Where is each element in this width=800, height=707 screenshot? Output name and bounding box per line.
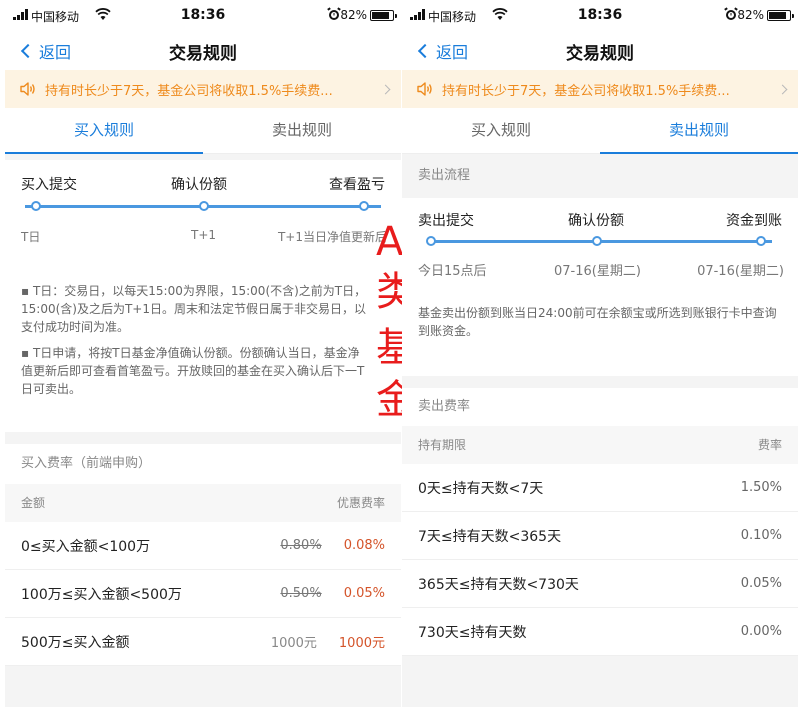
timeline-dot bbox=[199, 201, 209, 211]
timeline-step-1: 买入提交 bbox=[21, 177, 77, 193]
battery-percent: 82% bbox=[737, 8, 764, 22]
battery-percent: 82% bbox=[340, 8, 367, 22]
col-discount-rate: 优惠费率 bbox=[336, 496, 385, 510]
table-row: 7天≤持有天数<365天 0.10% bbox=[402, 512, 798, 560]
sell-flow-title: 卖出流程 bbox=[402, 154, 798, 198]
rule-paragraph: ▪ T日：交易日，以每天15:00为界限，15:00(不含)之前为T日，15:0… bbox=[21, 284, 367, 334]
buy-fee-table: 买入费率（前端申购） 金额 优惠费率 0≤买入金额<100万 0.80% 0.08… bbox=[5, 444, 401, 666]
rule-tabs: 买入规则 卖出规则 bbox=[5, 108, 401, 154]
original-rate: 0.50% bbox=[280, 586, 322, 601]
timeline-sub-2: 07-16(星期二) bbox=[554, 264, 641, 279]
sell-note: 基金卖出份额到账当日24:00前可在余额宝或所选到账银行卡中查询到账资金。 bbox=[402, 276, 798, 376]
notice-text: 持有时长少于7天，基金公司将收取1.5%手续费... bbox=[45, 83, 333, 99]
table-row: 500万≤买入金额 1000元 1000元 bbox=[5, 618, 401, 666]
battery-icon bbox=[767, 10, 794, 21]
status-bar: 中国移动 18:36 82% bbox=[5, 0, 401, 32]
table-row: 100万≤买入金额<500万 0.50% 0.05% bbox=[5, 570, 401, 618]
original-rate: 0.80% bbox=[280, 538, 322, 553]
annotation-char: A bbox=[376, 219, 404, 265]
fee-table-header: 持有期限 费率 bbox=[402, 426, 798, 464]
nav-bar: 返回 交易规则 bbox=[402, 32, 798, 70]
timeline-sub-2: T+1 bbox=[191, 228, 217, 242]
sell-flow-card: 卖出流程 卖出提交 确认份额 资金到账 今日15点后 07-16(星期二) 07… bbox=[402, 154, 798, 376]
tab-sell-rules[interactable]: 卖出规则 bbox=[203, 108, 401, 153]
fee-section-title: 买入费率（前端申购） bbox=[5, 444, 401, 484]
alarm-icon bbox=[724, 7, 738, 20]
timeline-dot bbox=[756, 236, 766, 246]
row-rate: 0.05% bbox=[740, 576, 782, 591]
buy-rules-text: ▪ T日：交易日，以每天15:00为界限，15:00(不含)之前为T日，15:0… bbox=[5, 260, 401, 432]
table-row: 365天≤持有天数<730天 0.05% bbox=[402, 560, 798, 608]
speaker-icon bbox=[417, 82, 432, 96]
right-screen: 中国移动 18:36 82% 返回 交易规则 持有时长少于7天，基金公司将收取1… bbox=[402, 0, 798, 707]
chevron-right-icon bbox=[777, 84, 788, 94]
original-rate: 1000元 bbox=[270, 636, 317, 651]
timeline-sub-3: T+1当日净值更新后 bbox=[277, 230, 387, 244]
row-range: 100万≤买入金额<500万 bbox=[21, 586, 182, 603]
rule-paragraph: ▪ T日申请，将按T日基金净值确认份额。份额确认当日，基金净值更新后即可查看首笔… bbox=[21, 346, 365, 396]
sell-timeline: 卖出提交 确认份额 资金到账 今日15点后 07-16(星期二) 07-16(星… bbox=[402, 198, 798, 279]
col-amount: 金额 bbox=[21, 496, 46, 510]
timeline-step-3: 查看盈亏 bbox=[329, 177, 385, 193]
row-rate: 1.50% bbox=[740, 480, 782, 495]
row-range: 7天≤持有天数<365天 bbox=[418, 528, 562, 545]
timeline-sub-1: T日 bbox=[21, 230, 41, 244]
fee-section-title: 卖出费率 bbox=[402, 388, 798, 426]
notice-text: 持有时长少于7天，基金公司将收取1.5%手续费... bbox=[442, 83, 730, 99]
timeline-sub-1: 今日15点后 bbox=[418, 264, 487, 279]
timeline-sub-3: 07-16(星期二) bbox=[697, 264, 784, 279]
timeline-dot bbox=[31, 201, 41, 211]
sell-note-text: 基金卖出份额到账当日24:00前可在余额宝或所选到账银行卡中查询到账资金。 bbox=[418, 306, 777, 338]
tab-sell-rules[interactable]: 卖出规则 bbox=[600, 108, 798, 154]
speaker-icon bbox=[20, 82, 35, 96]
buy-flow-card: 买入提交 确认份额 查看盈亏 T日 T+1 T+1当日净值更新后 ▪ T日：交易… bbox=[5, 160, 401, 432]
fee-notice-banner[interactable]: 持有时长少于7天，基金公司将收取1.5%手续费... bbox=[5, 70, 401, 108]
timeline-dot bbox=[592, 236, 602, 246]
table-row: 0天≤持有天数<7天 1.50% bbox=[402, 464, 798, 512]
tab-buy-rules[interactable]: 买入规则 bbox=[402, 108, 600, 153]
nav-bar: 返回 交易规则 bbox=[5, 32, 401, 70]
sell-fee-table: 卖出费率 持有期限 费率 0天≤持有天数<7天 1.50% 7天≤持有天数<36… bbox=[402, 388, 798, 656]
discount-rate: 0.05% bbox=[343, 586, 385, 601]
page-title: 交易规则 bbox=[169, 44, 237, 64]
buy-timeline: 买入提交 确认份额 查看盈亏 T日 T+1 T+1当日净值更新后 bbox=[5, 160, 401, 260]
timeline-step-3: 资金到账 bbox=[726, 213, 782, 229]
timeline-dot bbox=[359, 201, 369, 211]
tab-buy-rules[interactable]: 买入规则 bbox=[5, 108, 203, 154]
discount-rate: 0.08% bbox=[343, 538, 385, 553]
col-rate: 费率 bbox=[757, 438, 782, 452]
chevron-right-icon bbox=[380, 84, 391, 94]
status-bar: 中国移动 18:36 82% bbox=[402, 0, 798, 32]
table-row: 730天≤持有天数 0.00% bbox=[402, 608, 798, 656]
page-title: 交易规则 bbox=[566, 44, 634, 64]
battery-icon bbox=[370, 10, 397, 21]
row-rate: 0.10% bbox=[740, 528, 782, 543]
row-range: 0天≤持有天数<7天 bbox=[418, 480, 544, 497]
row-range: 365天≤持有天数<730天 bbox=[418, 576, 579, 593]
row-range: 500万≤买入金额 bbox=[21, 634, 130, 651]
rule-tabs: 买入规则 卖出规则 bbox=[402, 108, 798, 154]
table-row: 0≤买入金额<100万 0.80% 0.08% bbox=[5, 522, 401, 570]
row-rate: 0.00% bbox=[740, 624, 782, 639]
timeline-step-2: 确认份额 bbox=[568, 213, 624, 229]
timeline-step-2: 确认份额 bbox=[171, 177, 227, 193]
fee-table-header: 金额 优惠费率 bbox=[5, 484, 401, 522]
fee-notice-banner[interactable]: 持有时长少于7天，基金公司将收取1.5%手续费... bbox=[402, 70, 798, 108]
left-screen: 中国移动 18:36 82% 返回 交易规则 持有时长少于7天，基金公司将收取1… bbox=[5, 0, 401, 707]
alarm-icon bbox=[327, 7, 341, 20]
timeline-step-1: 卖出提交 bbox=[418, 213, 474, 229]
discount-rate: 1000元 bbox=[338, 636, 385, 651]
row-range: 0≤买入金额<100万 bbox=[21, 538, 151, 555]
col-holding-period: 持有期限 bbox=[418, 438, 467, 452]
timeline-dot bbox=[426, 236, 436, 246]
row-range: 730天≤持有天数 bbox=[418, 624, 527, 641]
